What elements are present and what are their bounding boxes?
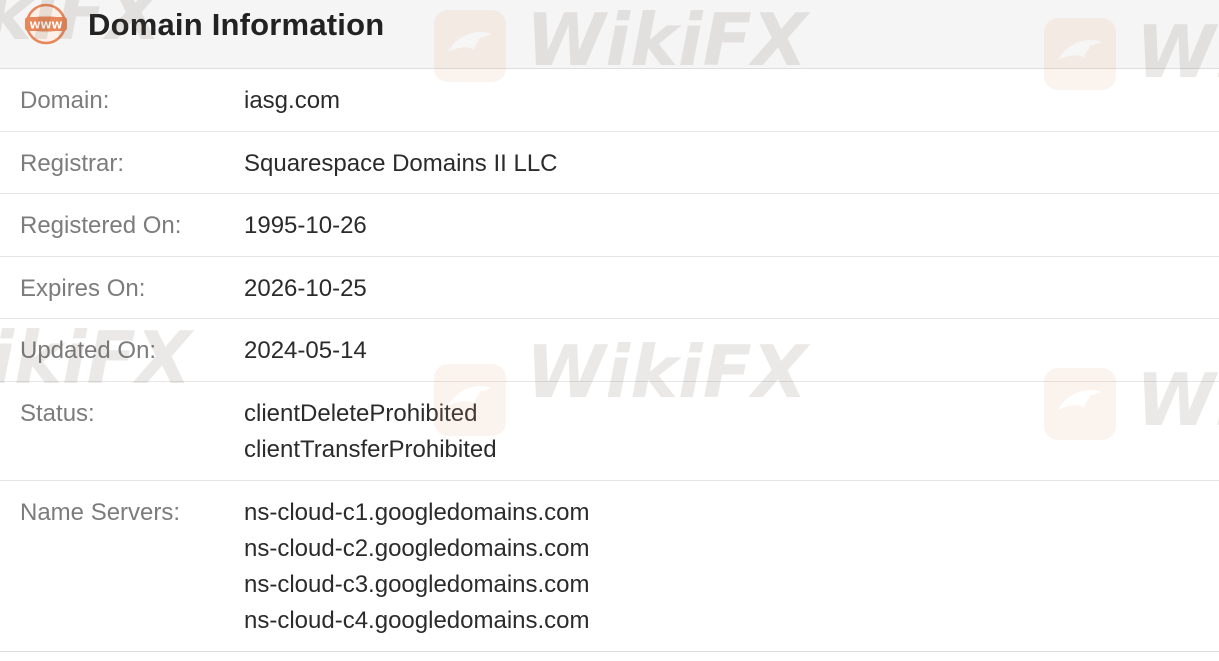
page-title: Domain Information [88, 7, 385, 42]
row-label: Registered On: [20, 212, 182, 239]
value-line: iasg.com [244, 87, 341, 114]
row-registered-on: Registered On: 1995-10-26 [0, 194, 1219, 257]
value-line: ns-cloud-c2.googledomains.com [244, 535, 590, 562]
row-domain: Domain: iasg.com [0, 69, 1219, 132]
value-line: 2026-10-25 [244, 275, 367, 302]
row-expires-on: Expires On: 2026-10-25 [0, 257, 1219, 319]
domain-info-table: Domain: iasg.com Registrar: Squarespace … [0, 69, 1219, 652]
row-value: 1995-10-26 [244, 208, 367, 244]
row-name-servers: Name Servers: ns-cloud-c1.googledomains.… [0, 481, 1219, 652]
panel-header: WWW Domain Information [0, 0, 1219, 69]
row-value: Squarespace Domains II LLC [244, 146, 558, 182]
value-line: ns-cloud-c4.googledomains.com [244, 607, 590, 634]
row-label: Domain: [20, 87, 110, 114]
value-line: ns-cloud-c1.googledomains.com [244, 499, 590, 526]
row-value: ns-cloud-c1.googledomains.com ns-cloud-c… [244, 495, 590, 639]
www-globe-icon: WWW [25, 3, 67, 45]
row-label: Name Servers: [20, 499, 181, 526]
row-value: 2026-10-25 [244, 271, 367, 307]
row-updated-on: Updated On: 2024-05-14 [0, 319, 1219, 382]
row-registrar: Registrar: Squarespace Domains II LLC [0, 132, 1219, 194]
row-value: 2024-05-14 [244, 333, 367, 369]
row-label: Updated On: [20, 337, 157, 364]
value-line: ns-cloud-c3.googledomains.com [244, 571, 590, 598]
svg-text:WWW: WWW [29, 21, 62, 32]
value-line: Squarespace Domains II LLC [244, 150, 558, 177]
row-status: Status: clientDeleteProhibited clientTra… [0, 382, 1219, 481]
row-label: Expires On: [20, 275, 146, 302]
row-value: clientDeleteProhibited clientTransferPro… [244, 396, 497, 468]
domain-information-panel: WWW Domain Information Domain: iasg.com … [0, 0, 1219, 661]
value-line: 1995-10-26 [244, 212, 367, 239]
row-label: Registrar: [20, 150, 125, 177]
value-line: clientDeleteProhibited [244, 400, 478, 427]
row-value: iasg.com [244, 83, 340, 119]
value-line: clientTransferProhibited [244, 436, 497, 463]
row-label: Status: [20, 400, 95, 427]
value-line: 2024-05-14 [244, 337, 367, 364]
